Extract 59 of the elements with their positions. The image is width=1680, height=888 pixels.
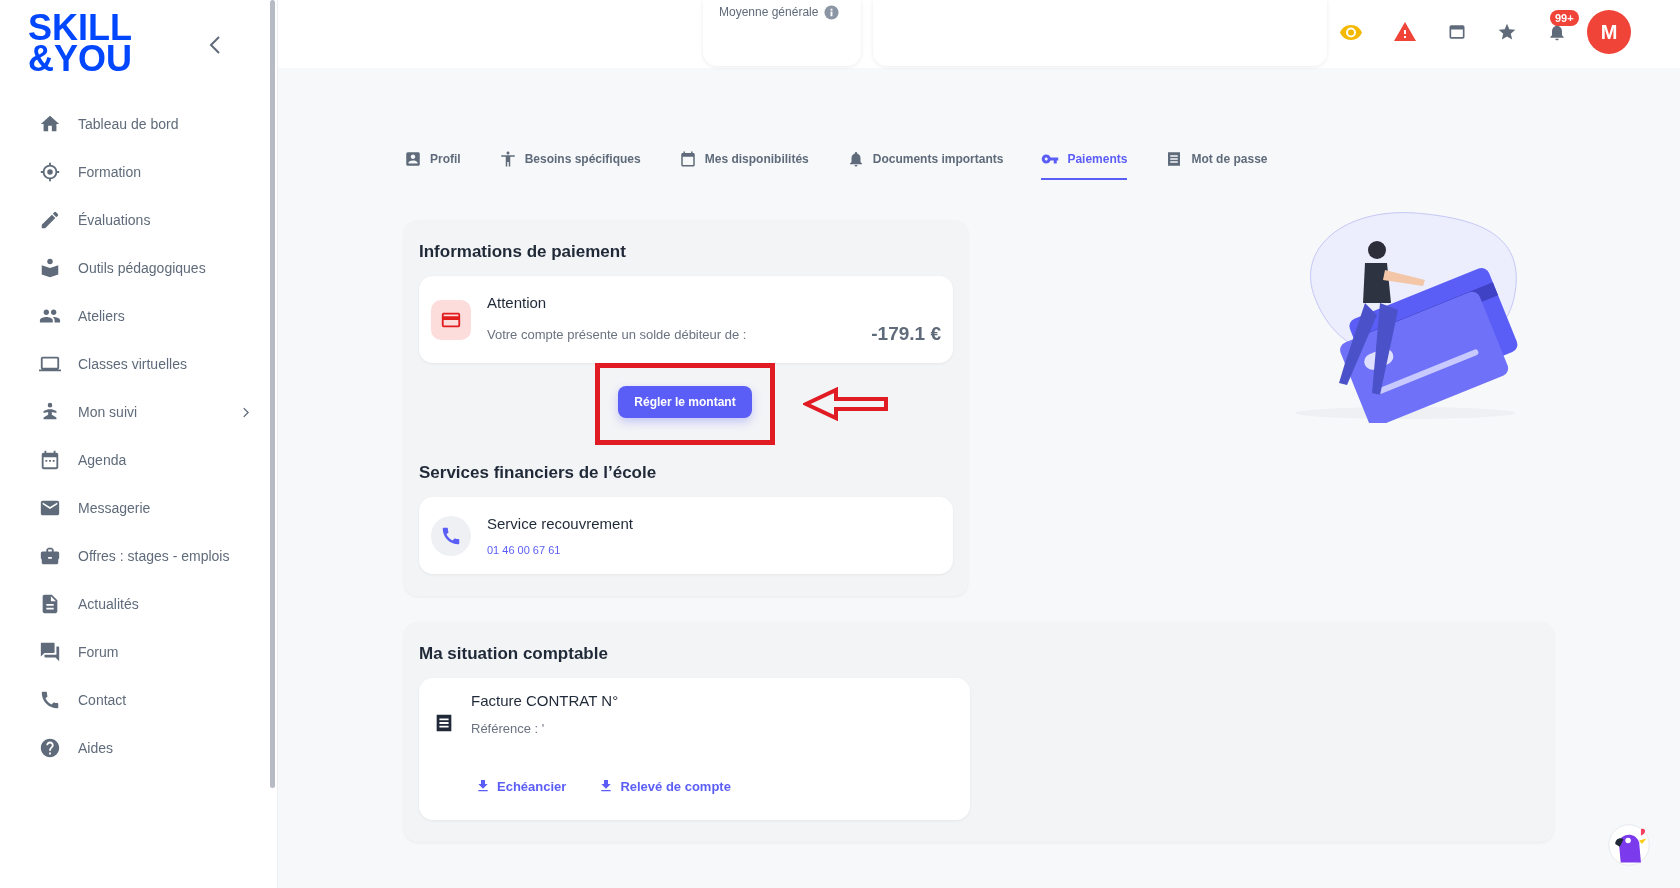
sidebar-item[interactable]: Formation xyxy=(39,148,249,196)
briefcase-icon xyxy=(39,545,61,567)
section-title: Informations de paiement xyxy=(419,242,627,262)
service-name: Service recouvrement xyxy=(487,515,634,532)
phone-link[interactable]: 01 46 00 67 61 xyxy=(487,544,941,556)
logo: SKILL &YOU xyxy=(28,12,132,74)
target-icon xyxy=(39,161,61,183)
download-link[interactable]: Relevé de compte xyxy=(598,778,731,794)
info-icon[interactable] xyxy=(824,5,840,20)
section-title: Services financiers de l’école xyxy=(419,463,658,483)
warning-icon[interactable] xyxy=(1393,20,1417,44)
tab[interactable]: Besoins spécifiques xyxy=(498,150,641,180)
calendar-icon xyxy=(39,449,61,471)
phone-icon xyxy=(431,515,471,556)
parrot-mascot-drawing[interactable] xyxy=(1606,822,1652,868)
sidebar-item[interactable]: Contact xyxy=(39,676,249,724)
chevron-right-icon xyxy=(242,406,249,418)
sidebar-item[interactable]: Aides xyxy=(39,724,249,772)
chat-icon xyxy=(39,641,61,663)
sidebar-item[interactable]: Ateliers xyxy=(39,292,249,340)
invoice-title: Facture CONTRAT N° xyxy=(471,692,620,709)
tab[interactable]: Mes disponibilités xyxy=(678,150,809,180)
alert-title: Attention xyxy=(487,294,548,311)
tab[interactable]: Mot de passe xyxy=(1165,150,1268,180)
sidebar-item[interactable]: Outils pédagogiques xyxy=(39,244,249,292)
sidebar-item[interactable]: Mon suivi xyxy=(39,388,249,436)
sidebar-item[interactable]: Agenda xyxy=(39,436,249,484)
window-icon[interactable] xyxy=(1447,22,1467,42)
average-label: Moyenne générale xyxy=(719,5,819,19)
tab[interactable]: Profil xyxy=(404,150,461,180)
balance-amount: -179.1 € xyxy=(871,323,941,345)
sidebar-item[interactable]: Forum xyxy=(39,628,249,676)
chevron-left-icon[interactable] xyxy=(209,35,221,55)
invoice-reference: Référence : ' xyxy=(471,721,546,736)
sidebar-item[interactable]: Offres : stages - emplois xyxy=(39,532,249,580)
sidebar-item[interactable]: Tableau de bord xyxy=(39,100,249,148)
credit-card-icon xyxy=(431,299,471,340)
tab[interactable]: Documents importants xyxy=(846,150,1004,180)
alert-message: Votre compte présente un solde débiteur de : xyxy=(487,326,747,342)
notification-badge: 99+ xyxy=(1550,10,1579,26)
calendar-icon xyxy=(678,150,697,168)
tab[interactable]: Paiements xyxy=(1041,150,1128,180)
sidebar-item[interactable]: Actualités xyxy=(39,580,249,628)
help-icon xyxy=(39,737,61,759)
accessibility-icon xyxy=(498,150,517,168)
profile-icon xyxy=(404,150,422,168)
sidebar-item[interactable]: Évaluations xyxy=(39,196,249,244)
user-avatar[interactable]: M xyxy=(1587,10,1631,54)
download-link[interactable]: Echéancier xyxy=(475,778,567,794)
download-icon xyxy=(475,778,491,794)
pencil-icon xyxy=(39,209,61,231)
sidebar-item[interactable]: Classes virtuelles xyxy=(39,340,249,388)
phone-icon xyxy=(39,689,61,711)
section-title: Ma situation comptable xyxy=(419,644,609,664)
pay-button[interactable]: Régler le montant xyxy=(618,386,752,418)
sidebar-item[interactable]: Messagerie xyxy=(39,484,249,532)
reader-icon xyxy=(39,257,61,279)
scrollbar[interactable] xyxy=(270,0,275,788)
star-icon[interactable] xyxy=(1497,22,1517,42)
